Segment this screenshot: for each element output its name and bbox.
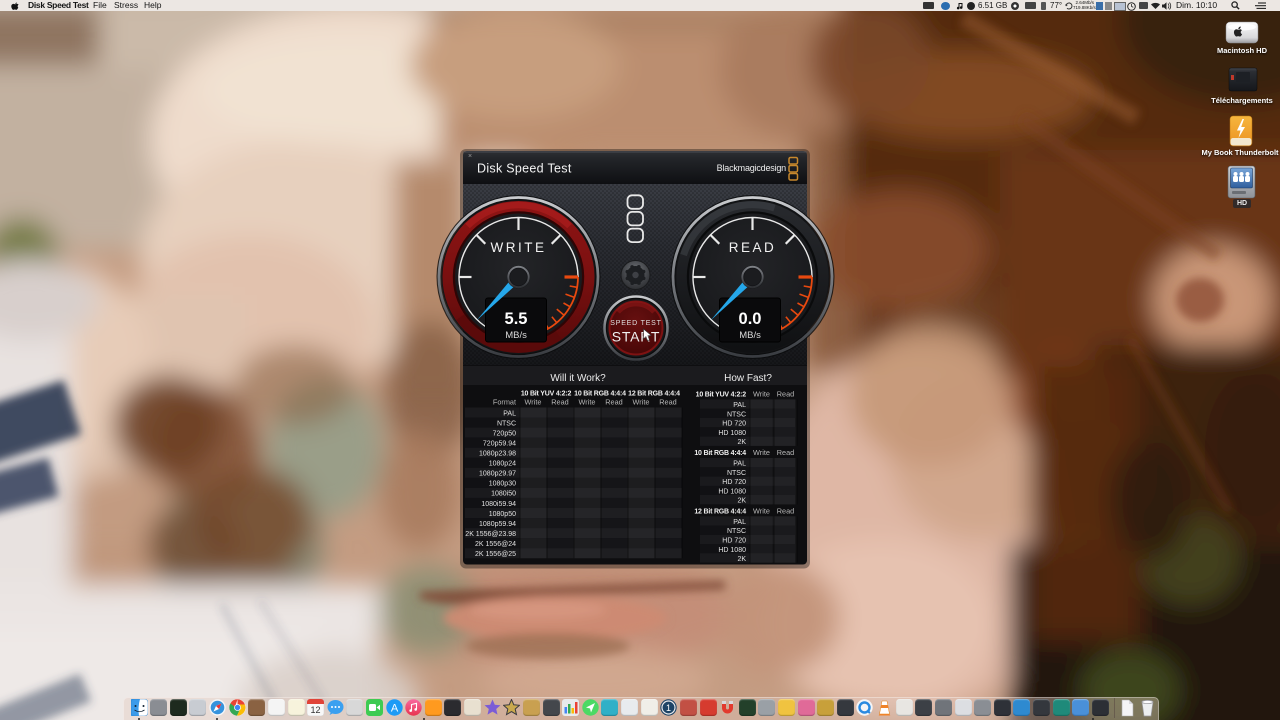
svg-text:1080i50: 1080i50: [491, 491, 516, 498]
svg-text:NTSC: NTSC: [727, 528, 746, 535]
svg-text:Blackmagicdesign: Blackmagicdesign: [717, 163, 787, 173]
svg-text:HD 1080: HD 1080: [718, 547, 746, 554]
svg-text:Write: Write: [525, 398, 542, 407]
svg-text:HD 1080: HD 1080: [718, 430, 746, 437]
svg-text:HD 720: HD 720: [722, 538, 746, 545]
svg-text:2K 1556@23.98: 2K 1556@23.98: [465, 531, 516, 538]
svg-text:10 Bit RGB 4:4:4: 10 Bit RGB 4:4:4: [574, 391, 626, 398]
svg-text:1080i59.94: 1080i59.94: [481, 501, 516, 508]
svg-text:10 Bit YUV 4:2:2: 10 Bit YUV 4:2:2: [696, 391, 747, 398]
svg-text:WRITE: WRITE: [491, 240, 547, 255]
svg-text:720p59.94: 720p59.94: [483, 440, 516, 447]
svg-text:HD 720: HD 720: [722, 479, 746, 486]
svg-text:Read: Read: [777, 389, 794, 398]
svg-text:Write: Write: [753, 448, 770, 457]
svg-text:Disk Speed Test: Disk Speed Test: [477, 162, 572, 176]
svg-text:Write: Write: [753, 506, 770, 515]
svg-text:10 Bit RGB 4:4:4: 10 Bit RGB 4:4:4: [694, 450, 746, 457]
svg-text:MB/s: MB/s: [505, 330, 527, 341]
svg-text:1: 1: [666, 703, 671, 713]
svg-text:NTSC: NTSC: [727, 470, 746, 477]
svg-text:PAL: PAL: [503, 410, 516, 417]
svg-text:How Fast?: How Fast?: [724, 373, 772, 384]
svg-text:SPEED TEST: SPEED TEST: [610, 320, 661, 327]
svg-text:1080p50: 1080p50: [489, 511, 516, 518]
svg-text:Read: Read: [551, 398, 568, 407]
svg-text:2K: 2K: [737, 498, 746, 505]
svg-text:Write: Write: [633, 398, 650, 407]
svg-text:0.0: 0.0: [739, 310, 762, 328]
svg-text:Read: Read: [605, 398, 622, 407]
svg-text:1080p23.98: 1080p23.98: [479, 451, 516, 458]
svg-text:PAL: PAL: [733, 519, 746, 526]
svg-text:12 Bit RGB 4:4:4: 12 Bit RGB 4:4:4: [628, 391, 680, 398]
svg-text:12: 12: [311, 705, 321, 715]
svg-text:NTSC: NTSC: [727, 411, 746, 418]
svg-text:Write: Write: [579, 398, 596, 407]
svg-text:2K 1556@25: 2K 1556@25: [475, 551, 516, 558]
svg-text:1080p29.97: 1080p29.97: [479, 471, 516, 478]
svg-text:2K: 2K: [737, 439, 746, 446]
svg-text:MB/s: MB/s: [739, 330, 761, 341]
svg-text:1080p30: 1080p30: [489, 481, 516, 488]
svg-text:NTSC: NTSC: [497, 420, 516, 427]
svg-text:1080p59.94: 1080p59.94: [479, 521, 516, 528]
svg-text:Read: Read: [659, 398, 676, 407]
svg-text:2K: 2K: [737, 556, 746, 563]
svg-text:5.5: 5.5: [505, 310, 528, 328]
svg-text:Read: Read: [777, 448, 794, 457]
svg-text:2K 1556@24: 2K 1556@24: [475, 541, 516, 548]
svg-text:720p50: 720p50: [493, 430, 516, 437]
svg-text:A: A: [390, 703, 398, 715]
svg-text:Write: Write: [753, 389, 770, 398]
svg-text:PAL: PAL: [733, 402, 746, 409]
svg-text:PAL: PAL: [733, 461, 746, 468]
svg-text:Format: Format: [493, 398, 516, 407]
svg-text:12 Bit RGB 4:4:4: 12 Bit RGB 4:4:4: [694, 508, 746, 515]
svg-text:START: START: [612, 329, 661, 345]
svg-text:HD 720: HD 720: [722, 421, 746, 428]
svg-text:Read: Read: [777, 506, 794, 515]
svg-text:Will it Work?: Will it Work?: [550, 373, 606, 384]
svg-text:READ: READ: [729, 240, 777, 255]
svg-text:10 Bit YUV 4:2:2: 10 Bit YUV 4:2:2: [521, 391, 572, 398]
svg-text:1080p24: 1080p24: [489, 461, 516, 468]
svg-text:HD 1080: HD 1080: [718, 489, 746, 496]
svg-text:×: ×: [468, 153, 472, 160]
